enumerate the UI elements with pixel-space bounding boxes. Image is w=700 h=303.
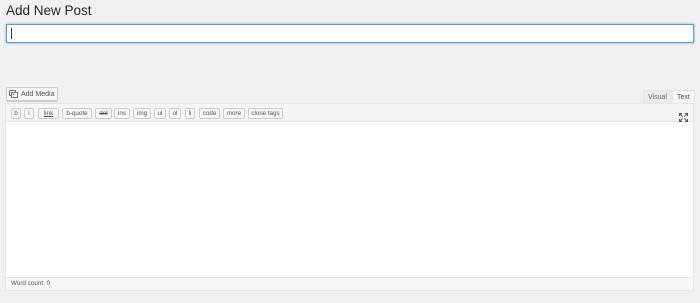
qt-more-button[interactable]: more — [223, 108, 245, 119]
add-media-label: Add Media — [21, 90, 55, 98]
qt-ul-button[interactable]: ul — [154, 108, 166, 119]
quicktags-toolbar: b i link b-quote del ins img ul ol li co… — [6, 104, 693, 122]
tab-text[interactable]: Text — [672, 90, 695, 103]
qt-del-button[interactable]: del — [95, 108, 112, 119]
add-media-icon — [9, 90, 18, 98]
post-content-textarea[interactable] — [6, 122, 693, 278]
post-title-input[interactable] — [6, 24, 694, 43]
page-title: Add New Post — [6, 3, 92, 18]
qt-ol-button[interactable]: ol — [169, 108, 181, 119]
qt-bold-button[interactable]: b — [11, 108, 21, 119]
qt-link-button[interactable]: link — [38, 108, 59, 119]
qt-code-button[interactable]: code — [199, 108, 220, 119]
qt-li-button[interactable]: li — [185, 108, 195, 119]
fullscreen-icon[interactable] — [679, 109, 688, 122]
qt-blockquote-button[interactable]: b-quote — [62, 108, 92, 119]
word-count-status: Word count: 0 — [6, 277, 693, 290]
tab-visual[interactable]: Visual — [643, 90, 672, 103]
add-media-button[interactable]: Add Media — [6, 87, 59, 101]
qt-ins-button[interactable]: ins — [114, 108, 130, 119]
qt-italic-button[interactable]: i — [24, 108, 34, 119]
qt-img-button[interactable]: img — [133, 108, 151, 119]
editor-container: b i link b-quote del ins img ul ol li co… — [5, 103, 694, 291]
text-caret — [11, 28, 12, 39]
qt-close-tags-button[interactable]: close tags — [248, 108, 283, 119]
